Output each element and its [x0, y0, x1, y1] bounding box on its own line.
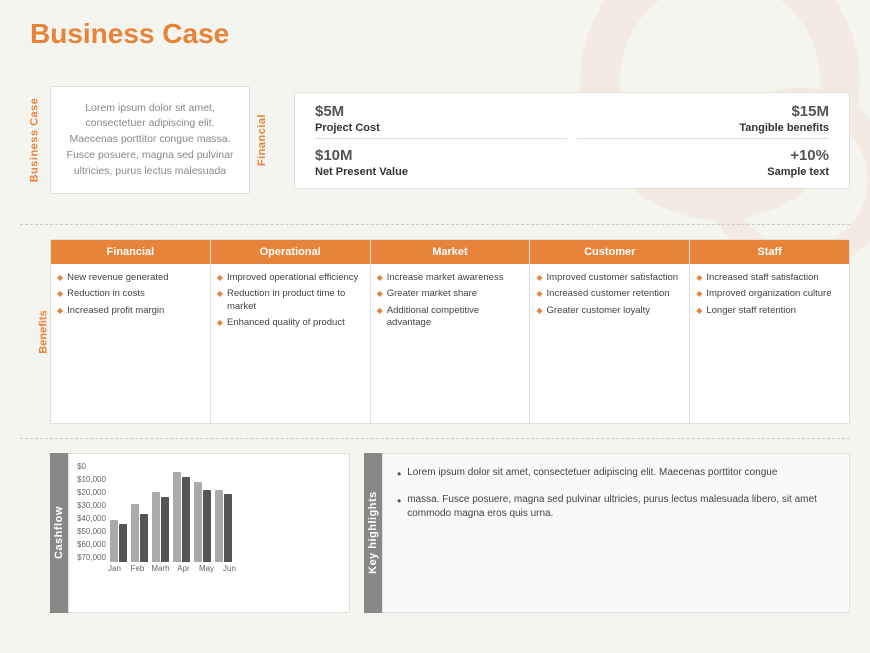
bar-group-may	[194, 482, 211, 562]
benefit-body-operational: ◆Improved operational efficiency ◆Reduct…	[211, 264, 370, 423]
diamond-icon: ◆	[536, 273, 542, 283]
diamond-icon: ◆	[217, 273, 223, 283]
list-item: ◆Increased profit margin	[57, 305, 204, 317]
list-item: ◆Increased staff satisfaction	[696, 272, 843, 284]
list-item: ◆Greater market share	[377, 288, 524, 300]
diamond-icon: ◆	[57, 273, 63, 283]
financial-label: Financial	[256, 114, 268, 166]
npv-label: Net Present Value	[315, 166, 567, 178]
section-divider-2	[20, 438, 850, 439]
bottom-row: Cashflow $70,000 $60,000 $50,000 $40,000…	[20, 453, 850, 613]
bullet-icon: •	[397, 466, 401, 483]
page-title: Business Case	[30, 18, 229, 50]
benefit-body-customer: ◆Improved customer satisfaction ◆Increas…	[530, 264, 689, 423]
diamond-icon: ◆	[696, 289, 702, 299]
project-cost-value: $5M	[315, 103, 567, 120]
benefit-header-operational: Operational	[211, 240, 370, 264]
bar	[173, 472, 181, 562]
list-item: ◆Additional competitive advantage	[377, 305, 524, 330]
diamond-icon: ◆	[696, 273, 702, 283]
key-highlights-panel: Key highlights • Lorem ipsum dolor sit a…	[364, 453, 850, 613]
cashflow-panel: Cashflow $70,000 $60,000 $50,000 $40,000…	[50, 453, 350, 613]
list-item: ◆Improved customer satisfaction	[536, 272, 683, 284]
bar-group-jan	[110, 520, 127, 562]
chart-bars	[110, 462, 341, 562]
chart-y-axis: $70,000 $60,000 $50,000 $40,000 $30,000 …	[77, 462, 106, 562]
key-highlights-content: • Lorem ipsum dolor sit amet, consectetu…	[382, 453, 850, 613]
bar	[182, 477, 190, 562]
sample-text-label: Sample text	[577, 166, 829, 178]
benefit-header-market: Market	[371, 240, 530, 264]
business-case-label: Business Case	[28, 98, 40, 183]
npv-value: $10M	[315, 141, 567, 164]
benefit-header-financial: Financial	[51, 240, 210, 264]
list-item: ◆Reduction in costs	[57, 288, 204, 300]
section-divider-1	[20, 224, 850, 225]
benefit-body-financial: ◆New revenue generated ◆Reduction in cos…	[51, 264, 210, 423]
project-cost-label: Project Cost	[315, 122, 567, 139]
benefit-header-customer: Customer	[530, 240, 689, 264]
bar	[152, 492, 160, 562]
list-item: ◆Longer staff retention	[696, 305, 843, 317]
diamond-icon: ◆	[217, 289, 223, 299]
diamond-icon: ◆	[377, 289, 383, 299]
bar-group-mar	[152, 492, 169, 562]
list-item: ◆Enhanced quality of product	[217, 317, 364, 329]
tangible-benefits-label: Tangible benefits	[577, 122, 829, 139]
list-item: ◆Increase market awareness	[377, 272, 524, 284]
diamond-icon: ◆	[57, 289, 63, 299]
bullet-icon: •	[397, 493, 401, 521]
bar-group-jun	[215, 490, 232, 562]
benefit-col-financial: Financial ◆New revenue generated ◆Reduct…	[50, 239, 211, 424]
financial-panel: $5M $15M Project Cost Tangible benefits …	[294, 92, 850, 189]
benefits-section: Financial ◆New revenue generated ◆Reduct…	[50, 239, 850, 424]
sample-text-value: +10%	[577, 141, 829, 164]
bar-group-feb	[131, 504, 148, 562]
diamond-icon: ◆	[377, 306, 383, 316]
bar	[110, 520, 118, 562]
bar	[131, 504, 139, 562]
list-item: ◆New revenue generated	[57, 272, 204, 284]
diamond-icon: ◆	[696, 306, 702, 316]
list-item: ◆Improved organization culture	[696, 288, 843, 300]
list-item: ◆Reduction in product time to market	[217, 288, 364, 313]
chart-x-axis: Jan Feb Marh Apr May Jun	[105, 564, 341, 573]
list-item: • massa. Fusce posuere, magna sed pulvin…	[397, 493, 835, 521]
tangible-benefits-value: $15M	[577, 103, 829, 120]
list-item: ◆Improved operational efficiency	[217, 272, 364, 284]
benefit-col-market: Market ◆Increase market awareness ◆Great…	[371, 239, 531, 424]
diamond-icon: ◆	[377, 273, 383, 283]
business-case-panel: Lorem ipsum dolor sit amet, consectetuer…	[50, 86, 250, 195]
key-highlights-label: Key highlights	[364, 453, 382, 613]
benefit-body-staff: ◆Increased staff satisfaction ◆Improved …	[690, 264, 849, 423]
bar-group-apr	[173, 472, 190, 562]
bar	[224, 494, 232, 562]
benefit-header-staff: Staff	[690, 240, 849, 264]
bar	[215, 490, 223, 562]
benefit-col-staff: Staff ◆Increased staff satisfaction ◆Imp…	[690, 239, 850, 424]
list-item: ◆Greater customer loyalty	[536, 305, 683, 317]
list-item: ◆Increased customer retention	[536, 288, 683, 300]
cashflow-chart: $70,000 $60,000 $50,000 $40,000 $30,000 …	[68, 453, 350, 613]
diamond-icon: ◆	[536, 289, 542, 299]
benefit-col-customer: Customer ◆Improved customer satisfaction…	[530, 239, 690, 424]
bar	[194, 482, 202, 562]
list-item: • Lorem ipsum dolor sit amet, consectetu…	[397, 466, 835, 483]
cashflow-label: Cashflow	[50, 453, 68, 613]
diamond-icon: ◆	[57, 306, 63, 316]
benefits-label: Benefits	[38, 310, 50, 353]
business-case-text: Lorem ipsum dolor sit amet, consectetuer…	[65, 101, 235, 180]
diamond-icon: ◆	[536, 306, 542, 316]
benefit-body-market: ◆Increase market awareness ◆Greater mark…	[371, 264, 530, 423]
diamond-icon: ◆	[217, 318, 223, 328]
bar	[203, 490, 211, 562]
bar	[140, 514, 148, 562]
bar	[161, 497, 169, 562]
benefit-col-operational: Operational ◆Improved operational effici…	[211, 239, 371, 424]
bar	[119, 524, 127, 562]
